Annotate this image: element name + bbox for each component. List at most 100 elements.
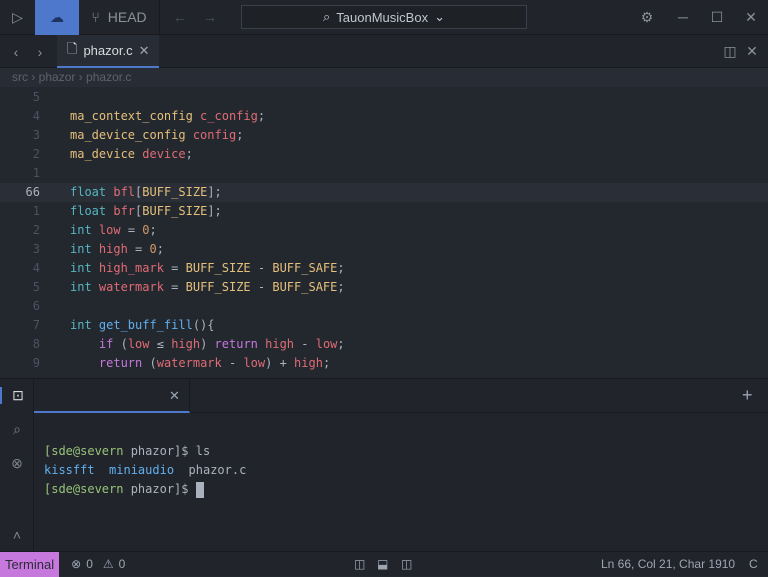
new-terminal-plus-icon[interactable]: + bbox=[742, 385, 753, 406]
run-icon[interactable]: ▷ bbox=[0, 0, 35, 35]
code-token: - bbox=[250, 261, 273, 275]
code-line[interactable]: 2 int low = 0; bbox=[0, 221, 768, 240]
close-editor-icon[interactable]: ✕ bbox=[742, 35, 762, 68]
prompt-user: [sde@severn bbox=[44, 482, 124, 496]
code-text: ma_device_config config; bbox=[70, 126, 243, 145]
breadcrumb-item[interactable]: phazor bbox=[39, 70, 76, 84]
code-text: return (watermark - low) + high; bbox=[70, 354, 330, 373]
breadcrumb-item[interactable]: phazor.c bbox=[86, 70, 131, 84]
bottom-panel: ⊡ ⌕ ⊗ ˄ ✕ + [sde@severn phazor]$ ls kissf… bbox=[0, 378, 768, 552]
command-search[interactable]: ⌕ TauonMusicBox ⌄ bbox=[241, 5, 527, 29]
code-line[interactable]: 7 int get_buff_fill(){ bbox=[0, 316, 768, 335]
code-text: if (low ≤ high) return high - low; bbox=[70, 335, 345, 354]
search-icon: ⌕ bbox=[323, 9, 331, 24]
code-token: watermark bbox=[98, 280, 164, 294]
chevron-up-icon[interactable]: ˄ bbox=[0, 527, 34, 543]
bottom-dock-icon[interactable]: ⬓ bbox=[377, 557, 388, 571]
code-token: int bbox=[70, 242, 99, 256]
code-line[interactable]: 66 float bfl[BUFF_SIZE]; bbox=[0, 183, 768, 202]
minimize-icon[interactable]: ─ bbox=[668, 0, 698, 35]
line-number: 1 bbox=[32, 166, 40, 180]
code-token: (){ bbox=[192, 318, 215, 332]
warning-count[interactable]: 0 bbox=[119, 557, 126, 571]
code-token: ; bbox=[322, 356, 331, 370]
left-dock-icon[interactable]: ◫ bbox=[354, 557, 365, 571]
tab-phazor-c[interactable]: 🗋 phazor.c ✕ bbox=[57, 35, 159, 68]
code-line[interactable]: 4 int high_mark = BUFF_SIZE - BUFF_SAFE; bbox=[0, 259, 768, 278]
code-text: ma_context_config c_config; bbox=[70, 107, 265, 126]
code-token: int bbox=[70, 318, 99, 332]
terminal-tab[interactable]: ✕ bbox=[34, 379, 190, 413]
forward-icon[interactable]: → bbox=[200, 0, 220, 35]
error-count[interactable]: 0 bbox=[86, 557, 93, 571]
right-dock-icon[interactable]: ◫ bbox=[401, 557, 412, 571]
code-token: = bbox=[127, 242, 150, 256]
cloud-play-button[interactable]: ☁ bbox=[35, 0, 79, 35]
code-token: ) bbox=[200, 337, 215, 351]
code-token: int bbox=[70, 280, 99, 294]
back-icon[interactable]: ← bbox=[160, 0, 200, 35]
code-editor[interactable]: 5 4 ma_context_config c_config; 3 ma_device_… bbox=[0, 87, 768, 378]
code-token: ( bbox=[149, 356, 157, 370]
code-line[interactable]: 2 ma_device device; bbox=[0, 145, 768, 164]
code-line[interactable]: 3 ma_device_config config; bbox=[0, 126, 768, 145]
line-number: 2 bbox=[32, 223, 40, 237]
code-line[interactable]: 5 int watermark = BUFF_SIZE - BUFF_SAFE; bbox=[0, 278, 768, 297]
breadcrumb-item[interactable]: src bbox=[12, 70, 28, 84]
code-token: int bbox=[70, 261, 99, 275]
line-number: 6 bbox=[32, 299, 40, 313]
code-token: high bbox=[98, 242, 128, 256]
code-token: ; bbox=[185, 147, 193, 161]
dir-entry: kissfft bbox=[44, 463, 95, 477]
code-token: ; bbox=[257, 109, 266, 123]
code-line[interactable]: 1 float bfr[BUFF_SIZE]; bbox=[0, 202, 768, 221]
warning-icon[interactable]: ⚠ bbox=[103, 557, 114, 571]
language-mode[interactable]: C bbox=[749, 557, 758, 571]
tab-close-icon[interactable]: ✕ bbox=[139, 43, 150, 59]
cursor bbox=[195, 481, 204, 498]
code-line[interactable]: 9 return (watermark - low) + high; bbox=[0, 354, 768, 373]
close-icon[interactable]: ✕ bbox=[736, 0, 766, 35]
terminal-tab-close-icon[interactable]: ✕ bbox=[169, 388, 180, 404]
diagnostics-icon[interactable]: ⊗ bbox=[0, 455, 34, 472]
code-token: BUFF_SIZE bbox=[185, 280, 251, 294]
code-text: int high_mark = BUFF_SIZE - BUFF_SAFE; bbox=[70, 259, 345, 278]
code-line[interactable]: 3 int high = 0; bbox=[0, 240, 768, 259]
title-bar: ▷ ☁ ⑂ HEAD ← → ⌕ TauonMusicBox ⌄ ⚙ ─ ☐ ✕ bbox=[0, 0, 768, 35]
maximize-icon[interactable]: ☐ bbox=[702, 0, 732, 35]
code-token: ; bbox=[337, 261, 345, 275]
code-token: = bbox=[120, 223, 143, 237]
terminal-icon[interactable]: ⊡ bbox=[0, 387, 34, 404]
code-token: ; bbox=[236, 128, 244, 142]
terminal-output[interactable]: [sde@severn phazor]$ ls kissfft miniaudio… bbox=[44, 423, 246, 537]
code-text: int high = 0; bbox=[70, 240, 164, 259]
chevron-right-icon[interactable]: › bbox=[30, 35, 50, 68]
code-line[interactable]: 1 bbox=[0, 164, 768, 183]
chevron-left-icon[interactable]: ‹ bbox=[6, 35, 26, 68]
code-line[interactable]: 6 bbox=[0, 297, 768, 316]
code-line[interactable]: 4 ma_context_config c_config; bbox=[0, 107, 768, 126]
code-token: BUFF_SAFE bbox=[272, 261, 338, 275]
code-line[interactable]: 5 bbox=[0, 88, 768, 107]
code-token: float bbox=[70, 204, 114, 218]
code-token: watermark bbox=[156, 356, 222, 370]
error-icon[interactable]: ⊗ bbox=[71, 557, 81, 571]
code-token: device bbox=[142, 147, 186, 161]
cursor-position[interactable]: Ln 66, Col 21, Char 1910 bbox=[601, 557, 735, 571]
code-token: - bbox=[250, 280, 273, 294]
split-editor-icon[interactable]: ◫ bbox=[720, 35, 740, 68]
tab-label: phazor.c bbox=[83, 43, 133, 58]
code-line[interactable]: 8 if (low ≤ high) return high - low; bbox=[0, 335, 768, 354]
status-bar: Terminal ⊗ 0 ⚠ 0 ◫ ⬓ ◫ Ln 66, Col 21, Char… bbox=[0, 551, 768, 577]
code-token: high_mark bbox=[98, 261, 164, 275]
code-token: ( bbox=[120, 337, 128, 351]
gear-icon[interactable]: ⚙ bbox=[632, 0, 662, 35]
code-text: int get_buff_fill(){ bbox=[70, 316, 215, 335]
terminal-tab-bar: ✕ + bbox=[34, 379, 768, 413]
branch-button[interactable]: ⑂ HEAD bbox=[79, 0, 159, 35]
code-token: = bbox=[163, 280, 186, 294]
dir-entry: miniaudio bbox=[109, 463, 175, 477]
search-icon[interactable]: ⌕ bbox=[0, 421, 34, 438]
panel-activity-bar: ⊡ ⌕ ⊗ ˄ bbox=[0, 379, 34, 552]
code-token: ma_device bbox=[70, 147, 143, 161]
